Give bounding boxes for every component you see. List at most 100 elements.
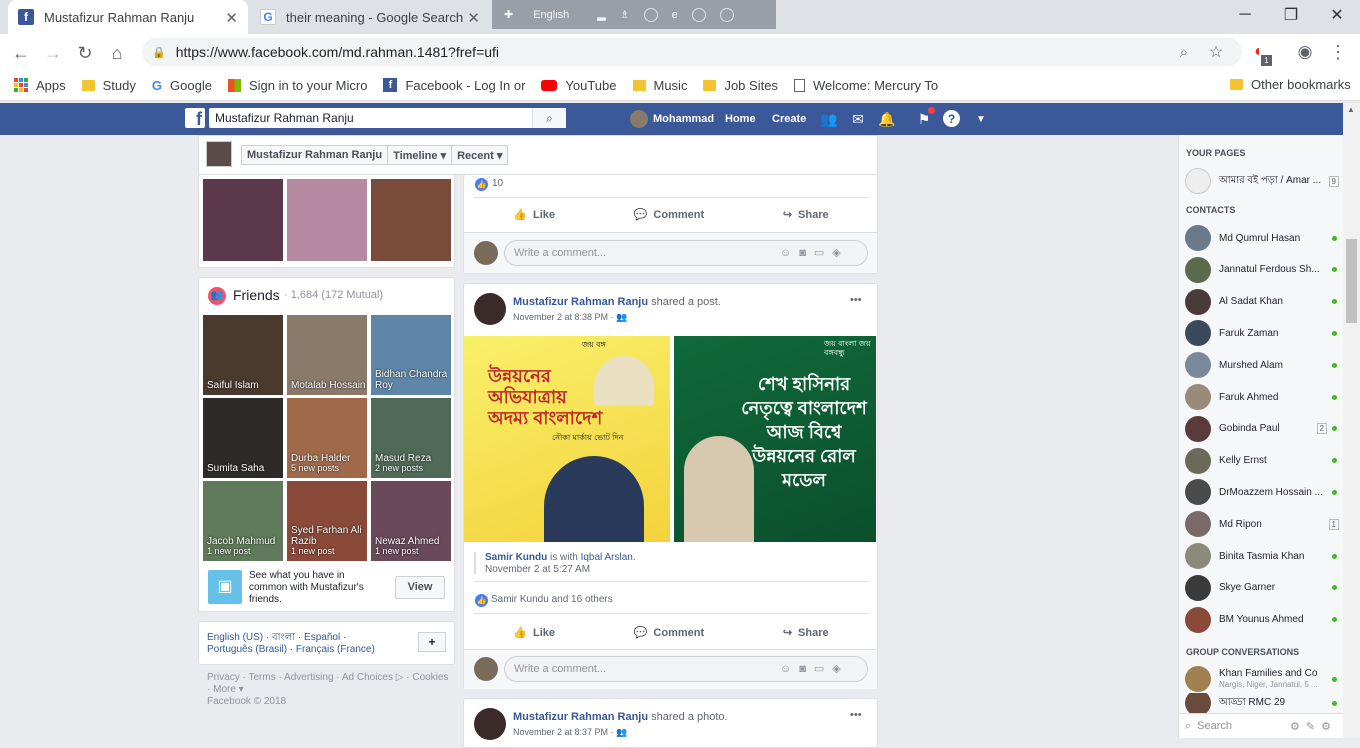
contact-item[interactable]: Skye Garner [1185,574,1341,602]
bookmark-facebook[interactable]: f Facebook - Log In or [383,78,525,93]
shared-time[interactable]: November 2 at 5:27 AM [485,564,868,576]
home-button[interactable]: ⌂ [106,42,128,64]
friend-name[interactable]: Syed Farhan Ali Razib [291,525,367,547]
profile-link[interactable]: Mohammad [630,103,714,135]
friend-tile[interactable]: Bidhan Chandra Roy [371,315,451,395]
author-name[interactable]: Mustafizur Rahman Ranju [513,711,648,723]
timeline-dropdown[interactable]: Timeline ▾ [388,146,453,164]
info-icon[interactable] [719,7,734,22]
tagged-user[interactable]: Iqbal Arslan. [581,552,636,563]
reaction-count[interactable]: 10 [492,178,503,189]
photo-thumb[interactable] [287,179,367,261]
friend-name[interactable]: Bidhan Chandra Roy [375,369,451,391]
contact-item[interactable]: Kelly Ernst [1185,447,1341,475]
share-button[interactable]: ↪ Share [783,626,829,640]
add-language-button[interactable]: + [418,632,446,652]
post-menu-icon[interactable]: ••• [850,709,862,721]
footer-line-1[interactable]: Privacy · Terms · Advertising · Ad Choic… [207,672,452,684]
tab-google[interactable]: G their meaning - Google Search ✕ [250,0,490,34]
home-link[interactable]: Home [725,103,756,135]
facebook-logo-icon[interactable]: f [185,108,205,128]
close-tab-icon[interactable]: ✕ [225,9,238,27]
photo-thumb[interactable] [371,179,451,261]
poster-right-image[interactable]: জয় বাংলা জয় বঙ্গবন্ধু শেখ হাসিনার নেতৃ… [674,336,876,542]
post-time[interactable]: November 2 at 8:37 PM · 👥 [513,727,627,738]
friends-title[interactable]: Friends [233,287,280,303]
friend-tile[interactable]: Saiful Islam [203,315,283,395]
notifications-icon[interactable]: 🔔 [878,110,896,128]
close-window-button[interactable]: ✕ [1314,0,1360,30]
menu-icon[interactable]: ⋮ [1327,41,1349,63]
comment-button[interactable]: 💬 Comment [634,208,704,222]
language-tool-icon[interactable]: ✚ [504,8,513,21]
friend-tile[interactable]: Masud Reza 2 new posts [371,398,451,478]
friend-tile[interactable]: Motalab Hossain [287,315,367,395]
help-icon[interactable] [691,7,706,22]
contact-item[interactable]: Gobinda Paul 2 [1185,415,1341,443]
profile-name-link[interactable]: Mustafizur Rahman Ranju [242,146,389,164]
bookmark-mercury[interactable]: Welcome: Mercury To [793,78,938,93]
help-icon[interactable]: ? [943,110,960,127]
group-item[interactable]: Khan Families and Co Nargis, Niger, Janna… [1185,665,1341,693]
friend-tile[interactable]: Jacob Mahmud 1 new post [203,481,283,561]
zoom-icon[interactable]: ⌕ [1173,41,1195,63]
reaction-summary[interactable]: Samir Kundu and 16 others [491,594,613,605]
contact-item[interactable]: BM Younus Ahmed [1185,606,1341,634]
messenger-icon[interactable]: ✉ [849,110,867,128]
other-bookmarks[interactable]: Other bookmarks [1230,77,1351,92]
comment-button[interactable]: 💬 Comment [634,626,704,640]
keyboard-icon[interactable]: ▂ [597,8,605,21]
restore-button[interactable]: ❐ [1268,0,1314,30]
address-bar[interactable]: 🔒 https://www.facebook.com/md.rahman.148… [142,38,1242,66]
like-button[interactable]: 👍 Like [513,626,555,640]
contact-item[interactable]: Binita Tasmia Khan [1185,542,1341,570]
profile-thumb[interactable] [206,141,232,167]
contact-item[interactable]: Md Qumrul Hasan [1185,224,1341,252]
minimize-button[interactable]: ─ [1222,0,1268,30]
contact-item[interactable]: Faruk Ahmed [1185,383,1341,411]
bookmark-study[interactable]: Study [81,78,136,93]
contact-item[interactable]: DrMoazzem Hossain ... [1185,478,1341,506]
chat-search-input[interactable]: ⌕ Search ⚙✎⚙ [1179,713,1343,738]
bookmark-microsoft[interactable]: Sign in to your Micro [227,78,367,93]
chat-settings-icon[interactable]: ⚙✎⚙ [1290,720,1337,733]
friend-tile[interactable]: Sumita Saha [203,398,283,478]
friend-tile[interactable]: Syed Farhan Ali Razib 1 new post [287,481,367,561]
view-button[interactable]: View [395,576,445,599]
author-avatar[interactable] [474,708,506,740]
like-button[interactable]: 👍 Like [513,208,555,222]
share-button[interactable]: ↪ Share [783,208,829,222]
forward-button[interactable]: → [42,42,64,64]
contact-item[interactable]: Jannatul Ferdous Sh... [1185,256,1341,284]
friend-tile[interactable]: Newaz Ahmed 1 new post [371,481,451,561]
recent-dropdown[interactable]: Recent ▾ [452,146,507,164]
profile-icon[interactable]: ◉ [1294,41,1316,63]
photo-thumb[interactable] [203,179,283,261]
pen-icon[interactable]: ♗ [620,8,630,21]
language-line-1[interactable]: English (US) · বাংলা · Español · [207,632,346,644]
page-scrollbar[interactable]: ▲ [1343,103,1360,738]
contact-item[interactable]: Md Ripon 1 [1185,510,1341,538]
friend-tile[interactable]: Durba Halder 5 new posts [287,398,367,478]
author-name[interactable]: Mustafizur Rahman Ranju [513,296,648,308]
account-menu-icon[interactable]: ▼ [972,110,990,128]
reload-button[interactable]: ↻ [74,42,96,64]
author-avatar[interactable] [474,293,506,325]
friend-name[interactable]: Saiful Islam [207,380,259,391]
shared-author[interactable]: Samir Kundu [485,552,547,563]
comment-tools-icon[interactable]: ☺◙▭◈ [780,246,849,259]
post-menu-icon[interactable]: ••• [850,294,862,306]
language-line-2[interactable]: Português (Brasil) · Français (France) [207,644,375,656]
bookmark-apps[interactable]: Apps [14,78,66,93]
bookmark-star-icon[interactable]: ☆ [1205,41,1227,63]
bookmark-job-sites[interactable]: Job Sites [703,78,778,93]
post-time[interactable]: November 2 at 8:38 PM · 👥 [513,312,627,323]
contact-item[interactable]: Al Sadat Khan [1185,288,1341,316]
facebook-search-input[interactable]: Mustafizur Rahman Ranju [209,108,566,128]
scroll-up-icon[interactable]: ▲ [1347,105,1355,114]
language-selector[interactable]: English [533,9,569,21]
ie-icon[interactable]: e [672,9,678,21]
search-button[interactable]: ⌕ [532,108,566,128]
page-item[interactable]: আমার বই পড়া / Amar ... 9 [1185,167,1341,195]
tab-facebook[interactable]: f Mustafizur Rahman Ranju ✕ [8,0,248,34]
